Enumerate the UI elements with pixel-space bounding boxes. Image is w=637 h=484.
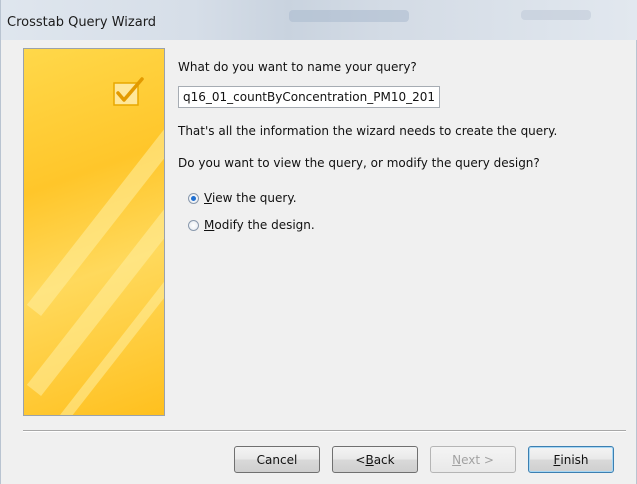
modify-design-option[interactable]: Modify the design.: [188, 218, 315, 232]
view-query-option[interactable]: View the query.: [188, 191, 297, 205]
window-title: Crosstab Query Wizard: [7, 15, 157, 30]
art-streak: [26, 100, 164, 316]
wizard-side-artwork: [23, 48, 165, 416]
query-name-input[interactable]: [178, 86, 440, 108]
cancel-button[interactable]: Cancel: [234, 446, 320, 473]
view-query-label: View the query.: [204, 191, 297, 205]
crosstab-query-wizard-window: Crosstab Query Wizard What do you want t…: [0, 0, 637, 484]
modify-design-label: Modify the design.: [204, 218, 315, 232]
query-name-prompt: What do you want to name your query?: [178, 60, 417, 74]
title-bar-blur: [289, 10, 409, 22]
next-button[interactable]: Next >: [430, 446, 516, 473]
modify-design-radio[interactable]: [188, 219, 199, 231]
view-or-modify-prompt: Do you want to view the query, or modify…: [178, 156, 540, 170]
title-bar-blur-right: [521, 10, 591, 20]
button-separator: [23, 430, 626, 432]
checklist-icon: [113, 77, 144, 106]
back-button[interactable]: < Back: [332, 446, 418, 473]
view-query-radio[interactable]: [188, 192, 199, 204]
title-bar[interactable]: Crosstab Query Wizard: [1, 0, 637, 40]
wizard-info-text: That's all the information the wizard ne…: [178, 124, 558, 138]
finish-button[interactable]: Finish: [528, 446, 614, 473]
